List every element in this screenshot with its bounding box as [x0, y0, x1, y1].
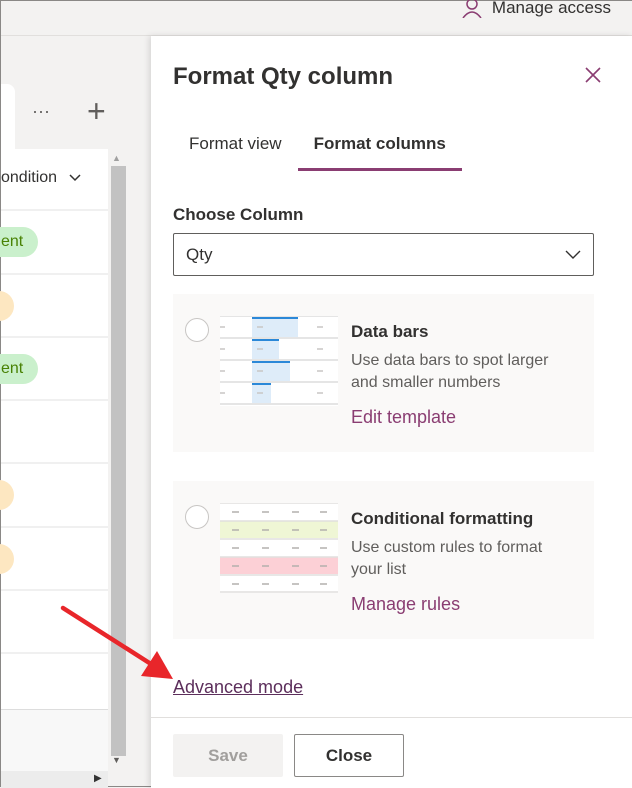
column-header-condition[interactable]: ondition — [1, 169, 81, 187]
panel-tabs: Format view Format columns — [173, 134, 462, 171]
table-row[interactable]: ent — [0, 209, 108, 272]
close-icon[interactable] — [583, 65, 603, 91]
scroll-down-icon[interactable]: ▼ — [112, 755, 121, 765]
advanced-mode-link[interactable]: Advanced mode — [173, 677, 303, 698]
card-description: Use data bars to spot larger and smaller… — [351, 352, 549, 391]
column-header-label: ondition — [1, 169, 58, 186]
condition-badge — [0, 291, 14, 321]
table-row[interactable] — [1, 589, 108, 652]
tab-format-view[interactable]: Format view — [173, 134, 298, 171]
table-row[interactable] — [1, 652, 108, 715]
person-icon — [462, 0, 482, 18]
condition-badge: ent — [0, 227, 38, 257]
tab-format-columns[interactable]: Format columns — [297, 134, 462, 171]
table-row[interactable] — [1, 399, 108, 462]
chevron-down-icon — [69, 174, 81, 182]
scroll-up-icon[interactable]: ▲ — [112, 153, 121, 163]
manage-access-button[interactable]: Manage access — [462, 0, 611, 18]
list-footer — [1, 709, 108, 771]
table-row[interactable] — [0, 462, 108, 525]
condition-badge — [0, 480, 14, 510]
list-view: ondition ent ent — [0, 149, 108, 709]
data-bars-card[interactable]: Data bars Use data bars to spot larger a… — [173, 294, 594, 452]
condition-badge: ent — [0, 354, 38, 384]
conditional-formatting-thumbnail-icon — [220, 503, 338, 593]
more-options-icon[interactable]: ··· — [32, 101, 50, 122]
manage-rules-link[interactable]: Manage rules — [351, 594, 460, 615]
edit-template-link[interactable]: Edit template — [351, 407, 456, 428]
selected-column: Qty — [186, 245, 213, 264]
footer-divider — [151, 717, 632, 718]
choose-column-label: Choose Column — [173, 205, 304, 224]
add-view-icon[interactable]: + — [87, 93, 106, 130]
scroll-right-icon[interactable]: ▶ — [94, 773, 102, 784]
card-title: Data bars — [351, 322, 429, 341]
data-bars-thumbnail-icon — [220, 316, 338, 406]
table-row[interactable] — [0, 273, 108, 336]
horizontal-scrollbar[interactable] — [1, 771, 108, 788]
card-description: Use custom rules to format your list — [351, 539, 543, 578]
chevron-down-icon — [565, 250, 581, 259]
view-tab[interactable] — [1, 84, 15, 154]
conditional-formatting-radio[interactable] — [185, 505, 209, 529]
card-title: Conditional formatting — [351, 509, 534, 528]
table-row[interactable]: ent — [0, 336, 108, 399]
panel-title: Format Qty column — [173, 63, 394, 90]
scrollbar-thumb[interactable] — [111, 166, 126, 756]
save-button[interactable]: Save — [173, 734, 283, 777]
data-bars-radio[interactable] — [185, 318, 209, 342]
close-button[interactable]: Close — [294, 734, 404, 777]
conditional-formatting-card[interactable]: Conditional formatting Use custom rules … — [173, 481, 594, 639]
top-bar: Manage access — [1, 0, 632, 36]
condition-badge — [0, 544, 14, 574]
choose-column-dropdown[interactable]: Qty — [173, 233, 594, 276]
table-row[interactable] — [0, 526, 108, 589]
manage-access-label: Manage access — [491, 0, 611, 17]
